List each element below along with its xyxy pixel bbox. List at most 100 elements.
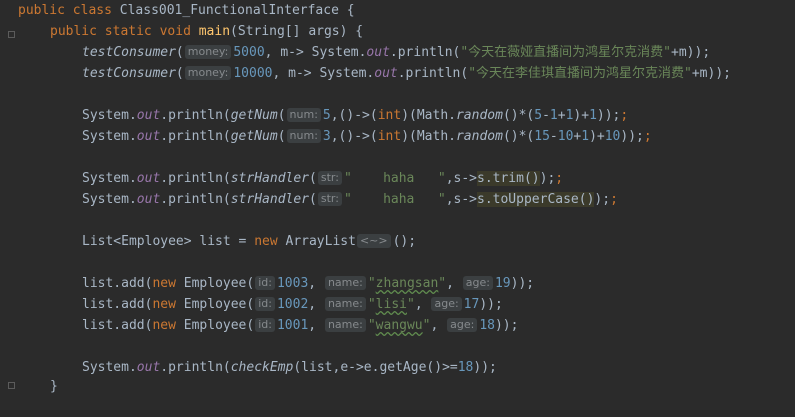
static-field: out [136,108,161,123]
code-text: list.add( [82,318,153,333]
semicolon: ; [555,171,564,186]
code-text: (list,e->e.getAge()>= [293,360,458,375]
number-literal: 18 [457,360,474,375]
method-call: random [455,129,503,144]
string-quote: " [367,318,376,333]
code-text: , [308,297,324,312]
code-line-add-employee-3[interactable]: list.add(new Employee(id: 1001, name: "wan… [82,315,518,336]
code-text: )); [473,360,497,375]
code-text: )); [494,318,519,333]
number-literal: 10 [604,129,621,144]
highlighted-method-reference: s.trim() [477,171,540,186]
paren: ( [277,108,286,123]
number-literal: 3 [322,129,331,144]
code-line-check-emp[interactable]: System.out.println(checkEmp(list,e->e.ge… [82,357,497,378]
static-field: out [136,171,161,186]
code-line-str-handler-upper[interactable]: System.out.println(strHandler(str: " haha… [82,189,618,210]
fold-marker-icon[interactable] [8,382,15,389]
paren: ( [175,45,184,60]
code-text: )); [620,129,644,144]
param-hint: id: [255,297,275,311]
keyword: new [152,318,176,333]
function-call: checkEmp [230,360,294,375]
keyword: new [152,276,176,291]
string-literal: " haha " [343,171,446,186]
fold-marker-icon[interactable] [8,31,15,38]
number-literal: 17 [463,297,480,312]
number-literal: 5 [322,108,331,123]
code-text: System. [82,129,137,144]
code-text: list.add( [82,297,153,312]
code-text: , [308,276,324,291]
semicolon: ; [643,129,652,144]
keyword: public [50,24,97,39]
code-text: )); [510,276,535,291]
code-line-test-consumer-2[interactable]: testConsumer(money: 10000, m-> System.out… [82,63,731,84]
param-hint: money: [184,66,232,80]
param-hint: age: [447,318,478,332]
code-line-str-handler-trim[interactable]: System.out.println(strHandler(str: " haha… [82,168,563,189]
string-quote: " [406,297,415,312]
code-text: , m-> System. [272,66,375,81]
number-literal: 1 [549,108,558,123]
code-line-add-employee-1[interactable]: list.add(new Employee(id: 1003, name: "zha… [82,273,534,294]
function-call: testConsumer [82,66,176,81]
number-literal: 1 [581,129,590,144]
params: (String[] args) { [230,24,364,39]
code-text: ,s-> [445,192,477,207]
code-line-get-num-1[interactable]: System.out.println(getNum(num: 5,()->(int… [82,105,628,126]
function-call: getNum [230,108,278,123]
static-field: out [366,45,390,60]
code-text: )); [479,297,503,312]
paren: ( [175,66,184,81]
code-text: )); [596,108,621,123]
static-field: out [136,129,161,144]
param-hint: name: [324,318,366,332]
code-text: .println( [160,108,231,123]
semicolon: ; [620,108,629,123]
code-editor[interactable]: public class Class001_FunctionalInterfac… [0,0,795,417]
param-hint: num: [286,108,321,122]
code-text: Employee( [175,318,255,333]
code-line-get-num-2[interactable]: System.out.println(getNum(num: 3,()->(int… [82,126,652,147]
string-literal: " haha " [343,192,446,207]
operator: - [549,129,558,144]
code-line-closing-brace[interactable]: } [50,376,58,397]
param-hint: str: [317,192,342,206]
code-text: System. [82,171,137,186]
code-text: ,s-> [445,171,477,186]
static-field: out [136,360,161,375]
code-text: +m)); [691,66,731,81]
semicolon: ; [610,192,618,207]
code-line-class-declaration[interactable]: public class Class001_FunctionalInterfac… [18,0,355,21]
code-text: ); [539,171,556,186]
number-literal: 1 [589,108,597,123]
keyword: new [254,234,278,249]
string-quote: " [367,297,376,312]
operator: - [542,108,550,123]
highlighted-method-reference: s.toUpperCase() [477,192,595,207]
code-text: ()*( [502,108,535,123]
keyword: public [18,3,65,18]
keyword: class [72,3,112,18]
code-text: .println( [389,45,461,60]
paren: ( [309,171,317,186]
number-literal: 15 [534,129,550,144]
code-text: Employee( [175,297,255,312]
code-text: ,()->( [330,108,378,123]
code-line-main-method[interactable]: public static void main(String[] args) { [50,21,363,42]
static-field: out [374,66,398,81]
code-line-add-employee-2[interactable]: list.add(new Employee(id: 1002, name: "lis… [82,294,503,315]
code-text: .println( [397,66,469,81]
code-line-list-declaration[interactable]: List<Employee> list = new ArrayList <~>()… [82,231,416,252]
code-line-test-consumer-1[interactable]: testConsumer(money: 5000, m-> System.out.… [82,42,710,63]
code-text: ArrayList [277,234,356,249]
code-text: , [430,318,447,333]
diamond-fold[interactable]: <~> [356,234,391,248]
code-text: )(Math. [401,129,456,144]
code-text: list.add( [82,276,153,291]
keyword: int [377,108,402,123]
number-literal: 5 [534,108,543,123]
brace: { [346,3,355,18]
number-literal: 18 [479,318,495,333]
